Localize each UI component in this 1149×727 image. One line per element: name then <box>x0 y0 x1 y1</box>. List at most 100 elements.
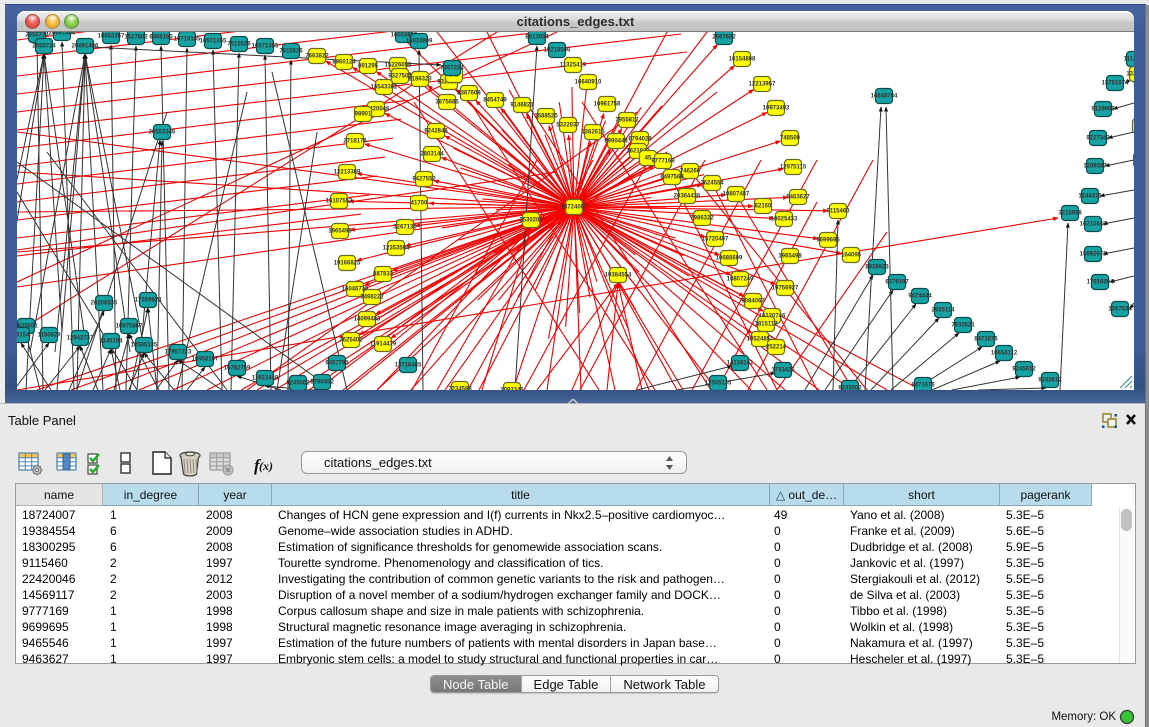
svg-text:8186323: 8186323 <box>408 77 432 83</box>
svg-text:6466160: 6466160 <box>149 35 173 41</box>
svg-text:7632621: 7632621 <box>951 323 975 329</box>
svg-text:13716485: 13716485 <box>395 363 422 369</box>
svg-text:10654112: 10654112 <box>991 351 1018 357</box>
svg-text:9084067: 9084067 <box>741 299 765 305</box>
svg-text:1362615: 1362615 <box>581 130 605 136</box>
svg-text:7986322: 7986322 <box>690 216 714 222</box>
svg-text:41700: 41700 <box>411 201 428 207</box>
svg-text:8790452: 8790452 <box>310 380 334 386</box>
svg-text:10688609: 10688609 <box>716 256 743 262</box>
svg-text:17016504: 17016504 <box>1087 280 1114 286</box>
svg-text:19166825: 19166825 <box>334 261 361 267</box>
svg-text:9245002: 9245002 <box>838 386 862 391</box>
svg-text:18724007: 18724007 <box>561 205 588 211</box>
svg-text:16210643: 16210643 <box>1080 222 1107 228</box>
svg-text:10719185: 10719185 <box>174 37 201 43</box>
svg-text:3498222: 3498222 <box>360 295 384 301</box>
svg-text:10958107: 10958107 <box>192 357 219 363</box>
svg-text:11923448: 11923448 <box>252 376 279 382</box>
svg-text:2367608: 2367608 <box>457 91 481 97</box>
svg-text:16648784: 16648784 <box>871 94 898 100</box>
svg-text:9245612: 9245612 <box>1012 367 1036 373</box>
svg-text:16154808: 16154808 <box>729 57 756 63</box>
svg-text:10807487: 10807487 <box>723 192 750 198</box>
svg-text:19384554: 19384554 <box>605 273 632 279</box>
svg-text:10025433: 10025433 <box>771 217 798 223</box>
svg-text:164095: 164095 <box>841 253 862 259</box>
svg-text:9245002: 9245002 <box>286 381 310 387</box>
svg-text:16782759: 16782759 <box>224 366 251 372</box>
svg-text:9227342: 9227342 <box>1086 136 1110 142</box>
svg-text:19756927: 19756927 <box>772 286 799 292</box>
svg-text:62160: 62160 <box>755 204 772 210</box>
svg-text:891295: 891295 <box>358 64 379 70</box>
svg-text:3267130: 3267130 <box>393 225 417 231</box>
svg-text:7625402: 7625402 <box>339 338 363 344</box>
svg-text:7955812: 7955812 <box>615 118 639 124</box>
svg-text:1209387: 1209387 <box>1083 164 1107 170</box>
svg-text:12213389: 12213389 <box>334 170 361 176</box>
svg-text:1145194: 1145194 <box>99 339 123 345</box>
svg-text:2803144: 2803144 <box>420 152 444 158</box>
svg-text:12353594: 12353594 <box>383 246 410 252</box>
svg-text:16571355: 16571355 <box>252 44 279 50</box>
svg-text:16033809: 16033809 <box>406 39 433 45</box>
svg-text:7357224: 7357224 <box>440 66 464 72</box>
svg-text:(x): (x) <box>259 459 273 473</box>
svg-text:14099483: 14099483 <box>354 317 381 323</box>
svg-text:7515526: 7515526 <box>279 49 303 55</box>
svg-text:748500: 748500 <box>780 136 801 142</box>
svg-text:12505135: 12505135 <box>705 381 732 387</box>
svg-text:887833: 887833 <box>373 272 394 278</box>
svg-text:39154: 39154 <box>17 333 30 339</box>
svg-text:16543382: 16543382 <box>371 85 398 91</box>
svg-text:5322037: 5322037 <box>556 123 580 129</box>
svg-text:9115460: 9115460 <box>826 209 850 215</box>
svg-text:1332541: 1332541 <box>1126 72 1134 78</box>
svg-text:1815112: 1815112 <box>754 322 778 328</box>
svg-text:1965498: 1965498 <box>778 254 802 260</box>
svg-text:10975867: 10975867 <box>116 324 143 330</box>
svg-text:9457791: 9457791 <box>325 361 349 367</box>
svg-text:1588520: 1588520 <box>534 114 558 120</box>
svg-text:11325419: 11325419 <box>560 63 587 69</box>
svg-text:98901: 98901 <box>355 112 372 118</box>
svg-text:2530203: 2530203 <box>519 218 543 224</box>
svg-text:9129906: 9129906 <box>1091 107 1115 113</box>
svg-text:12942737: 12942737 <box>67 336 94 342</box>
svg-text:17359924: 17359924 <box>135 298 162 304</box>
svg-text:1244415: 1244415 <box>1078 194 1102 200</box>
svg-text:2087682: 2087682 <box>712 35 736 41</box>
svg-text:8960124: 8960124 <box>332 60 356 66</box>
svg-text:2935114: 2935114 <box>931 308 955 314</box>
svg-text:16107553: 16107553 <box>326 199 353 205</box>
svg-text:6794028: 6794028 <box>628 137 652 143</box>
svg-text:14136141: 14136141 <box>727 361 754 367</box>
svg-text:20691406: 20691406 <box>49 32 76 37</box>
svg-text:15751074: 15751074 <box>1102 81 1129 87</box>
svg-text:3215958: 3215958 <box>1058 211 1082 217</box>
svg-text:8471676: 8471676 <box>974 337 998 343</box>
svg-text:6379197: 6379197 <box>885 280 909 286</box>
svg-text:12505135: 12505135 <box>131 343 158 349</box>
svg-text:18807249: 18807249 <box>727 277 754 283</box>
svg-text:2055724: 2055724 <box>32 44 56 50</box>
svg-text:748500: 748500 <box>1133 83 1134 89</box>
svg-text:11914479: 11914479 <box>370 342 397 348</box>
svg-text:2718176: 2718176 <box>343 139 367 145</box>
svg-text:9242848: 9242848 <box>424 129 448 135</box>
svg-text:10973493: 10973493 <box>763 106 790 112</box>
svg-text:15720407: 15720407 <box>702 237 729 243</box>
svg-text:10653267: 10653267 <box>98 34 125 40</box>
svg-text:9245612: 9245612 <box>1038 378 1062 384</box>
svg-text:8471676: 8471676 <box>911 383 935 389</box>
svg-text:15226058: 15226058 <box>385 63 412 69</box>
svg-text:8454749: 8454749 <box>483 98 507 104</box>
svg-text:16640910: 16640910 <box>575 80 602 86</box>
svg-text:6497568: 6497568 <box>660 175 684 181</box>
svg-text:3875685: 3875685 <box>435 100 459 106</box>
svg-text:9699695: 9699695 <box>816 238 840 244</box>
svg-text:20364436: 20364436 <box>674 194 701 200</box>
svg-text:15692971: 15692971 <box>1080 252 1107 258</box>
svg-text:1733426: 1733426 <box>771 368 795 374</box>
